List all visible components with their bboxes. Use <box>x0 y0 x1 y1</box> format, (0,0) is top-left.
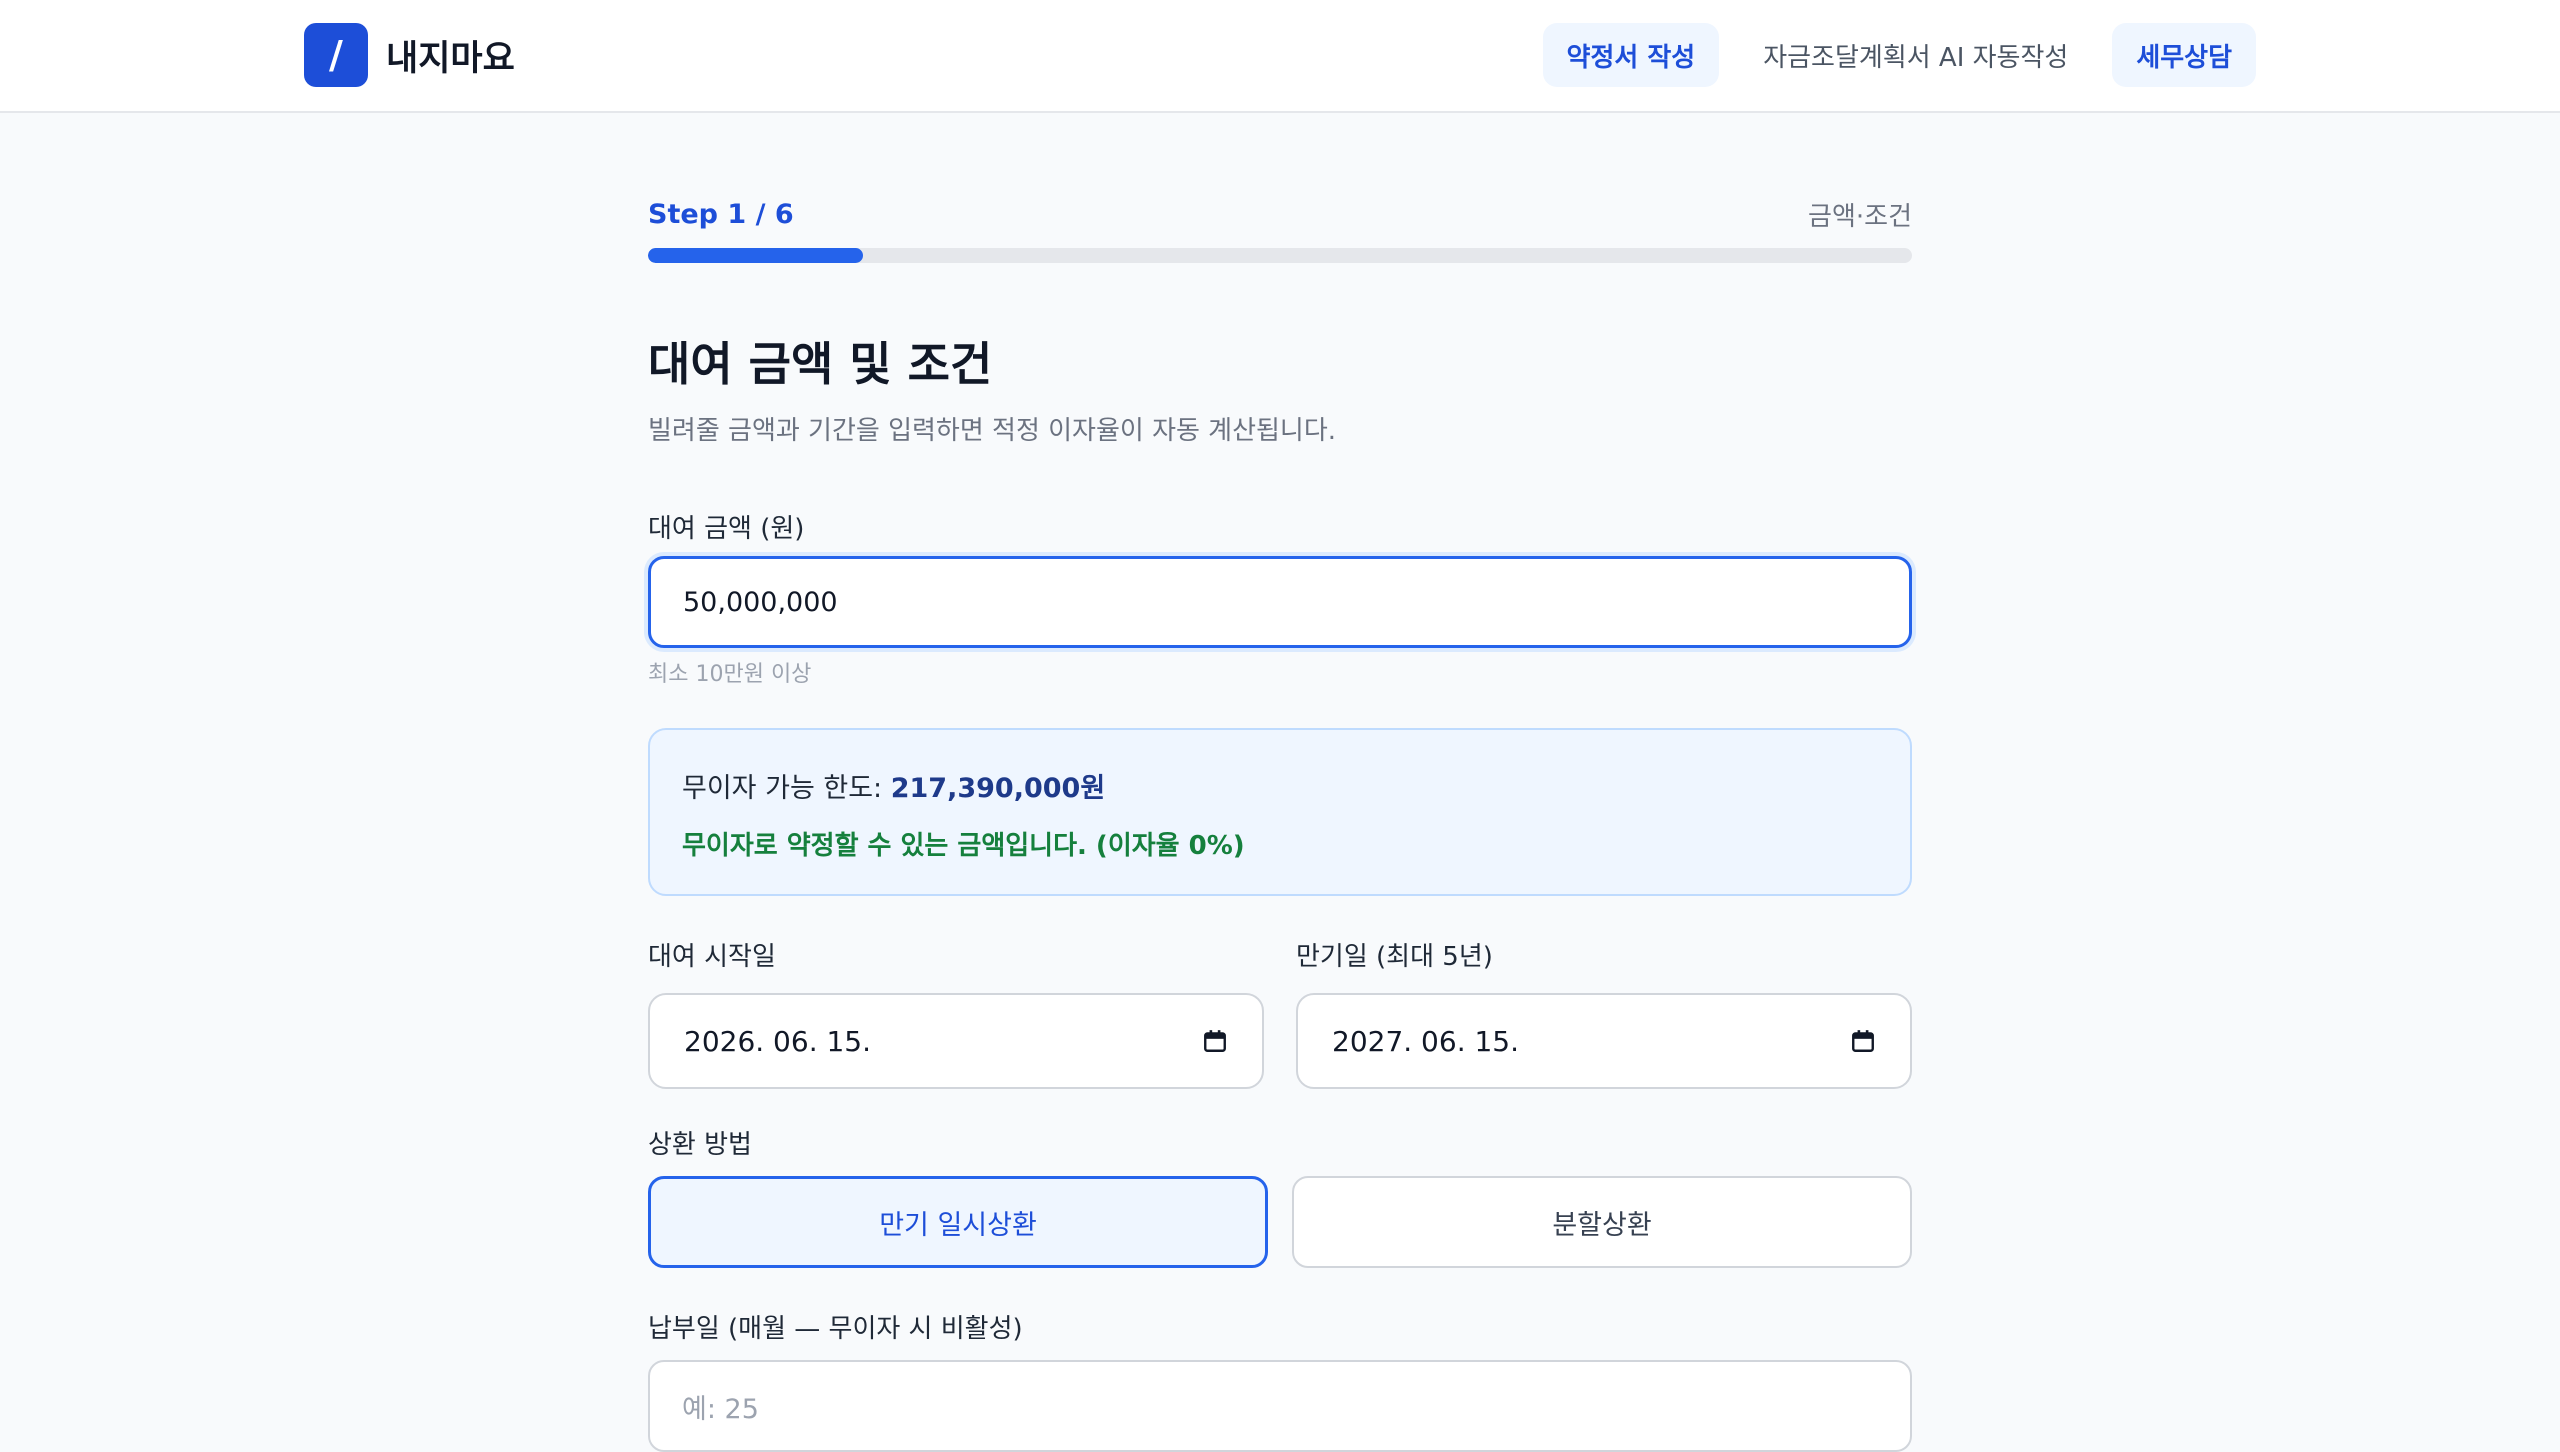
payday-input[interactable]: 예: 25 <box>648 1360 1912 1452</box>
end-date-group: 만기일 (최대 5년) 2027. 06. 15. <box>1296 936 1912 1089</box>
brand-logo-icon: / <box>304 23 368 87</box>
step-indicator: Step 1 / 6 금액·조건 <box>648 196 1912 232</box>
brand[interactable]: / 내지마요 <box>304 23 515 87</box>
step-name: 금액·조건 <box>1808 201 1912 232</box>
interest-free-limit-value: 217,390,000원 <box>890 773 1106 804</box>
interest-free-status: 무이자로 약정할 수 있는 금액입니다. (이자율 0%) <box>682 831 1245 861</box>
start-date-input[interactable]: 2026. 06. 15. <box>648 993 1264 1089</box>
payday-input-placeholder: 예: 25 <box>682 1393 759 1425</box>
step-label: Step 1 / 6 <box>648 198 794 230</box>
repayment-lump-sum-button[interactable]: 만기 일시상환 <box>648 1176 1268 1268</box>
top-header: / 내지마요 약정서 작성 자금조달계획서 AI 자동작성 세무상담 <box>0 0 2560 113</box>
end-date-label: 만기일 (최대 5년) <box>1296 942 1493 972</box>
nav-item-agreement[interactable]: 약정서 작성 <box>1542 23 1720 87</box>
end-date-value: 2027. 06. 15. <box>1332 1024 1520 1058</box>
calendar-icon[interactable] <box>1850 1028 1876 1054</box>
interest-free-info-box: 무이자 가능 한도: 217,390,000원 무이자로 약정할 수 있는 금액… <box>648 728 1912 896</box>
payday-label: 납부일 (매월 — 무이자 시 비활성) <box>648 1314 1023 1344</box>
progress-bar-fill <box>648 248 863 263</box>
progress-bar <box>648 248 1912 263</box>
start-date-label: 대여 시작일 <box>648 942 776 972</box>
interest-free-limit: 무이자 가능 한도: 217,390,000원 <box>682 766 1878 805</box>
end-date-input[interactable]: 2027. 06. 15. <box>1296 993 1912 1089</box>
nav-item-funding-plan-ai[interactable]: 자금조달계획서 AI 자동작성 <box>1739 23 2092 87</box>
repayment-label: 상환 방법 <box>648 1130 752 1160</box>
interest-free-limit-label: 무이자 가능 한도: <box>682 773 891 804</box>
nav-item-tax-consult[interactable]: 세무상담 <box>2112 23 2256 87</box>
repayment-installment-button[interactable]: 분할상환 <box>1292 1176 1912 1268</box>
main-nav: 약정서 작성 자금조달계획서 AI 자동작성 세무상담 <box>1542 23 2256 87</box>
amount-input[interactable]: 50,000,000 <box>648 556 1912 648</box>
amount-label: 대여 금액 (원) <box>648 514 805 544</box>
page-description: 빌려줄 금액과 기간을 입력하면 적정 이자율이 자동 계산됩니다. <box>648 416 1337 446</box>
start-date-value: 2026. 06. 15. <box>684 1024 872 1058</box>
brand-name: 내지마요 <box>386 38 515 79</box>
amount-hint: 최소 10만원 이상 <box>648 662 812 687</box>
calendar-icon[interactable] <box>1202 1028 1228 1054</box>
start-date-group: 대여 시작일 2026. 06. 15. <box>648 936 1264 1089</box>
page-title: 대여 금액 및 조건 <box>648 337 993 391</box>
amount-input-value: 50,000,000 <box>683 586 838 618</box>
